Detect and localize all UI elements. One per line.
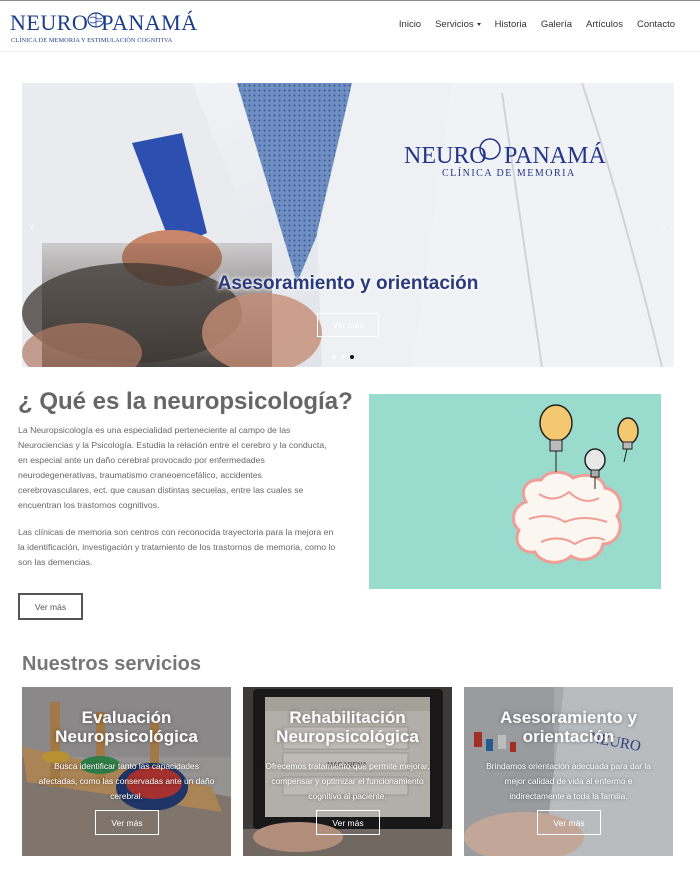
- brand-tagline: CLÍNICA DE MEMORIA Y ESTIMULACIÓN COGNIT…: [11, 37, 173, 44]
- caret-down-icon: [476, 22, 481, 26]
- nav-item-servicios[interactable]: Servicios: [428, 19, 488, 30]
- about-paragraph-2: Las clínicas de memoria son centros con …: [18, 527, 336, 567]
- carousel-dot-3[interactable]: [350, 355, 354, 359]
- hero-more-button[interactable]: Ver más: [317, 313, 379, 337]
- about-more-button[interactable]: Ver más: [18, 593, 83, 620]
- brain-logo-icon: [87, 12, 105, 28]
- nav-item-historia[interactable]: Historia: [488, 19, 534, 30]
- nav-item-servicios-label: Servicios: [435, 19, 474, 30]
- coat-tagline: CLÍNICA DE MEMORIA: [442, 167, 576, 179]
- card-more-button-asesoramiento[interactable]: Ver más: [537, 810, 601, 835]
- service-card-evaluacion[interactable]: Evaluación Neuropsicológica Busca identi…: [22, 687, 231, 856]
- brand-logo[interactable]: NEURO PANAMÁ CLÍNICA DE MEMORIA Y ESTIMUL…: [10, 10, 197, 48]
- card-more-button-evaluacion[interactable]: Ver más: [95, 810, 159, 835]
- nav-item-galeria[interactable]: Galería: [534, 19, 579, 30]
- coat-logo-text-left: NEURO: [404, 143, 487, 169]
- card-title-asesoramiento: Asesoramiento y orientación: [500, 708, 637, 746]
- carousel-dot-1[interactable]: [332, 355, 336, 359]
- card-text-asesoramiento: Brindamos orientación adecuada para dar …: [486, 761, 651, 801]
- nav-item-inicio[interactable]: Inicio: [392, 19, 428, 30]
- card-more-button-rehabilitacion[interactable]: Ver más: [316, 810, 380, 835]
- nav-item-articulos[interactable]: Artículos: [579, 19, 630, 30]
- nav-item-contacto[interactable]: Contacto: [630, 19, 682, 30]
- main-nav: Inicio Servicios Historia Galería Artícu…: [392, 19, 682, 30]
- carousel-dot-2[interactable]: [341, 355, 345, 359]
- carousel-indicators: [332, 355, 354, 359]
- card-title-evaluacion: Evaluación Neuropsicológica: [55, 708, 198, 746]
- navbar: NEURO PANAMÁ CLÍNICA DE MEMORIA Y ESTIMUL…: [0, 0, 700, 52]
- card-text-evaluacion: Busca identificar tanto las capacidades …: [38, 761, 215, 801]
- carousel-next-icon[interactable]: ›: [661, 218, 666, 234]
- brain-lightbulbs-image: [369, 394, 661, 589]
- carousel-prev-icon[interactable]: ‹: [30, 218, 35, 234]
- service-card-asesoramiento[interactable]: NEURO Asesoramiento y orientación Brinda…: [464, 687, 673, 856]
- about-title: ¿ Qué es la neuropsicología?: [18, 388, 353, 415]
- card-title-rehabilitacion: Rehabilitación Neuropsicológica: [276, 708, 419, 746]
- hero-carousel[interactable]: NEURO PANAMÁ CLÍNICA DE MEMORIA Asesoram…: [22, 83, 674, 367]
- service-card-rehabilitacion[interactable]: MACARENA Rehabilitación Neuropsicológica…: [243, 687, 452, 856]
- hero-title: Asesoramiento y orientación: [217, 273, 479, 294]
- coat-logo-text-right: PANAMÁ: [504, 143, 606, 169]
- card-text-rehabilitacion: Ofrecemos tratamiento que permite mejora…: [265, 761, 430, 801]
- about-paragraph-1: La Neuropsicología es una especialidad p…: [18, 425, 327, 510]
- services-title: Nuestros servicios: [22, 653, 201, 675]
